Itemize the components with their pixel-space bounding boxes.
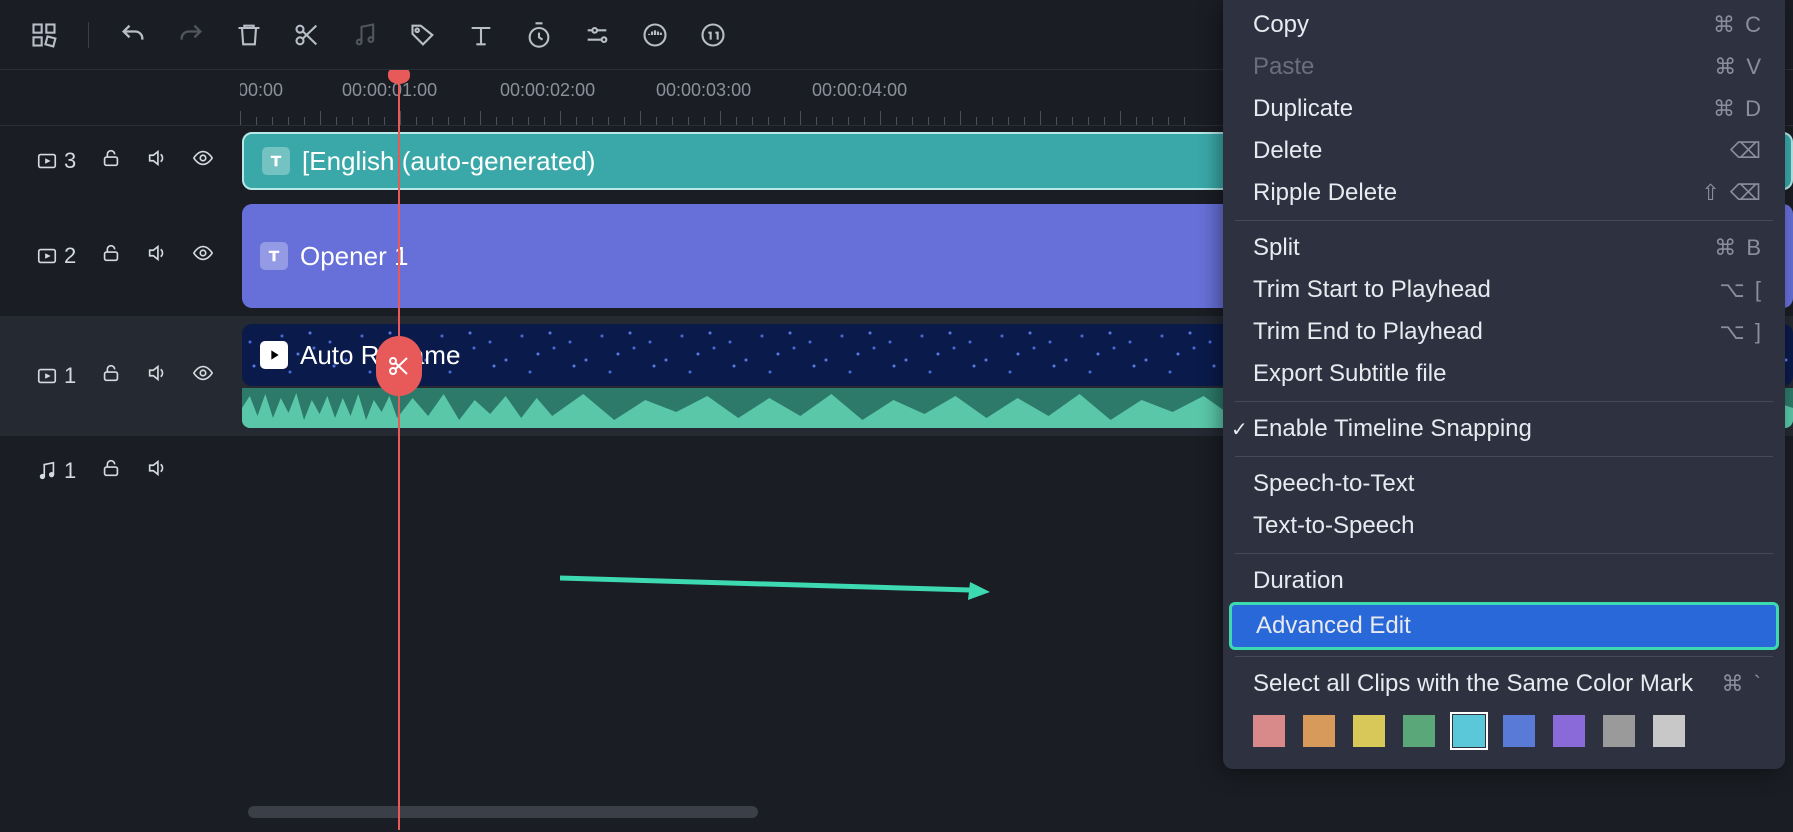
text-clip-icon bbox=[262, 147, 290, 175]
ruler-label: 00:00:03:00 bbox=[656, 80, 751, 101]
ctx-delete[interactable]: Delete⌫ bbox=[1223, 130, 1785, 172]
redo-icon[interactable] bbox=[177, 21, 205, 49]
playhead[interactable] bbox=[398, 70, 400, 830]
track-type-video: 1 bbox=[36, 363, 76, 389]
track-number: 1 bbox=[64, 458, 76, 484]
ctx-paste: Paste⌘ V bbox=[1223, 46, 1785, 88]
ctx-export-subtitle[interactable]: Export Subtitle file bbox=[1223, 353, 1785, 395]
ruler-tools bbox=[0, 70, 240, 126]
separator bbox=[1235, 656, 1773, 657]
shortcut: ⇧ ⌫ bbox=[1701, 180, 1763, 206]
playhead-cut-icon[interactable] bbox=[376, 336, 422, 396]
speaker-icon[interactable] bbox=[146, 362, 168, 390]
shortcut: ⌘ C bbox=[1713, 12, 1763, 38]
separator bbox=[1235, 553, 1773, 554]
track-type-video: 2 bbox=[36, 243, 76, 269]
ruler-label: 00:00:01:00 bbox=[342, 80, 437, 101]
color-swatch[interactable] bbox=[1253, 715, 1285, 747]
ctx-text-to-speech[interactable]: Text-to-Speech bbox=[1223, 505, 1785, 547]
color-swatch[interactable] bbox=[1603, 715, 1635, 747]
separator bbox=[1235, 220, 1773, 221]
track-header-1[interactable]: 1 bbox=[0, 316, 240, 436]
ctx-ripple-delete[interactable]: Ripple Delete⇧ ⌫ bbox=[1223, 172, 1785, 214]
speaker-icon[interactable] bbox=[146, 457, 168, 485]
context-menu: Copy⌘ C Paste⌘ V Duplicate⌘ D Delete⌫ Ri… bbox=[1223, 0, 1785, 769]
scissors-icon[interactable] bbox=[293, 21, 321, 49]
lock-icon[interactable] bbox=[100, 457, 122, 485]
shortcut: ⌘ B bbox=[1714, 235, 1763, 261]
color-swatch[interactable] bbox=[1403, 715, 1435, 747]
ctx-trim-end[interactable]: Trim End to Playhead⌥ ] bbox=[1223, 311, 1785, 353]
ruler-label: 00:00:04:00 bbox=[812, 80, 907, 101]
lock-icon[interactable] bbox=[100, 362, 122, 390]
color-swatch[interactable] bbox=[1653, 715, 1685, 747]
track-type-subtitle: 3 bbox=[36, 148, 76, 174]
color-swatch[interactable] bbox=[1503, 715, 1535, 747]
track-header-audio[interactable]: 1 bbox=[0, 436, 240, 506]
eye-icon[interactable] bbox=[192, 362, 214, 390]
undo-icon[interactable] bbox=[119, 21, 147, 49]
text-icon[interactable] bbox=[467, 21, 495, 49]
sliders-icon[interactable] bbox=[583, 21, 611, 49]
ctx-split[interactable]: Split⌘ B bbox=[1223, 227, 1785, 269]
horizontal-scrollbar[interactable] bbox=[248, 806, 758, 818]
eye-icon[interactable] bbox=[192, 242, 214, 270]
shortcut: ⌘ D bbox=[1713, 96, 1763, 122]
ctx-select-color[interactable]: Select all Clips with the Same Color Mar… bbox=[1223, 663, 1785, 705]
shortcut: ⌘ V bbox=[1714, 54, 1763, 80]
music-icon[interactable] bbox=[351, 21, 379, 49]
text-clip-icon bbox=[260, 242, 288, 270]
record-icon[interactable] bbox=[641, 21, 669, 49]
shortcut: ⌥ [ bbox=[1719, 277, 1763, 303]
clip-label: [English (auto-generated) bbox=[302, 146, 595, 177]
eye-icon[interactable] bbox=[192, 147, 214, 175]
tag-icon[interactable] bbox=[409, 21, 437, 49]
speaker-icon[interactable] bbox=[146, 147, 168, 175]
track-number: 3 bbox=[64, 148, 76, 174]
trash-icon[interactable] bbox=[235, 21, 263, 49]
ctx-copy[interactable]: Copy⌘ C bbox=[1223, 4, 1785, 46]
ctx-duplicate[interactable]: Duplicate⌘ D bbox=[1223, 88, 1785, 130]
ctx-advanced-edit[interactable]: Advanced Edit bbox=[1229, 602, 1779, 650]
timecode-icon[interactable] bbox=[699, 21, 727, 49]
speaker-icon[interactable] bbox=[146, 242, 168, 270]
ctx-trim-start[interactable]: Trim Start to Playhead⌥ [ bbox=[1223, 269, 1785, 311]
color-swatch[interactable] bbox=[1553, 715, 1585, 747]
track-number: 2 bbox=[64, 243, 76, 269]
track-header-2[interactable]: 2 bbox=[0, 196, 240, 316]
ruler-label: 00:00:02:00 bbox=[500, 80, 595, 101]
shortcut: ⌥ ] bbox=[1719, 319, 1763, 345]
lock-icon[interactable] bbox=[100, 242, 122, 270]
color-swatch[interactable] bbox=[1353, 715, 1385, 747]
separator bbox=[1235, 456, 1773, 457]
ctx-speech-to-text[interactable]: Speech-to-Text bbox=[1223, 463, 1785, 505]
track-number: 1 bbox=[64, 363, 76, 389]
clip-label: Opener 1 bbox=[300, 241, 408, 272]
grid-icon[interactable] bbox=[30, 21, 58, 49]
shortcut: ⌫ bbox=[1730, 138, 1763, 164]
track-header-3[interactable]: 3 bbox=[0, 126, 240, 196]
track-type-audio: 1 bbox=[36, 458, 76, 484]
toolbar-divider bbox=[88, 22, 89, 48]
color-swatch[interactable] bbox=[1453, 715, 1485, 747]
check-icon: ✓ bbox=[1231, 417, 1248, 442]
play-clip-icon bbox=[260, 341, 288, 369]
track-headers: 3 2 1 1 bbox=[0, 70, 240, 832]
ruler-label: 00:00 bbox=[240, 80, 283, 101]
arrow-annotation bbox=[560, 570, 990, 600]
separator bbox=[1235, 401, 1773, 402]
ctx-snapping[interactable]: ✓Enable Timeline Snapping bbox=[1223, 408, 1785, 450]
color-swatch-row bbox=[1223, 705, 1785, 751]
color-swatch[interactable] bbox=[1303, 715, 1335, 747]
timer-icon[interactable] bbox=[525, 21, 553, 49]
shortcut: ⌘ ` bbox=[1722, 671, 1763, 697]
lock-icon[interactable] bbox=[100, 147, 122, 175]
ctx-duration[interactable]: Duration bbox=[1223, 560, 1785, 602]
